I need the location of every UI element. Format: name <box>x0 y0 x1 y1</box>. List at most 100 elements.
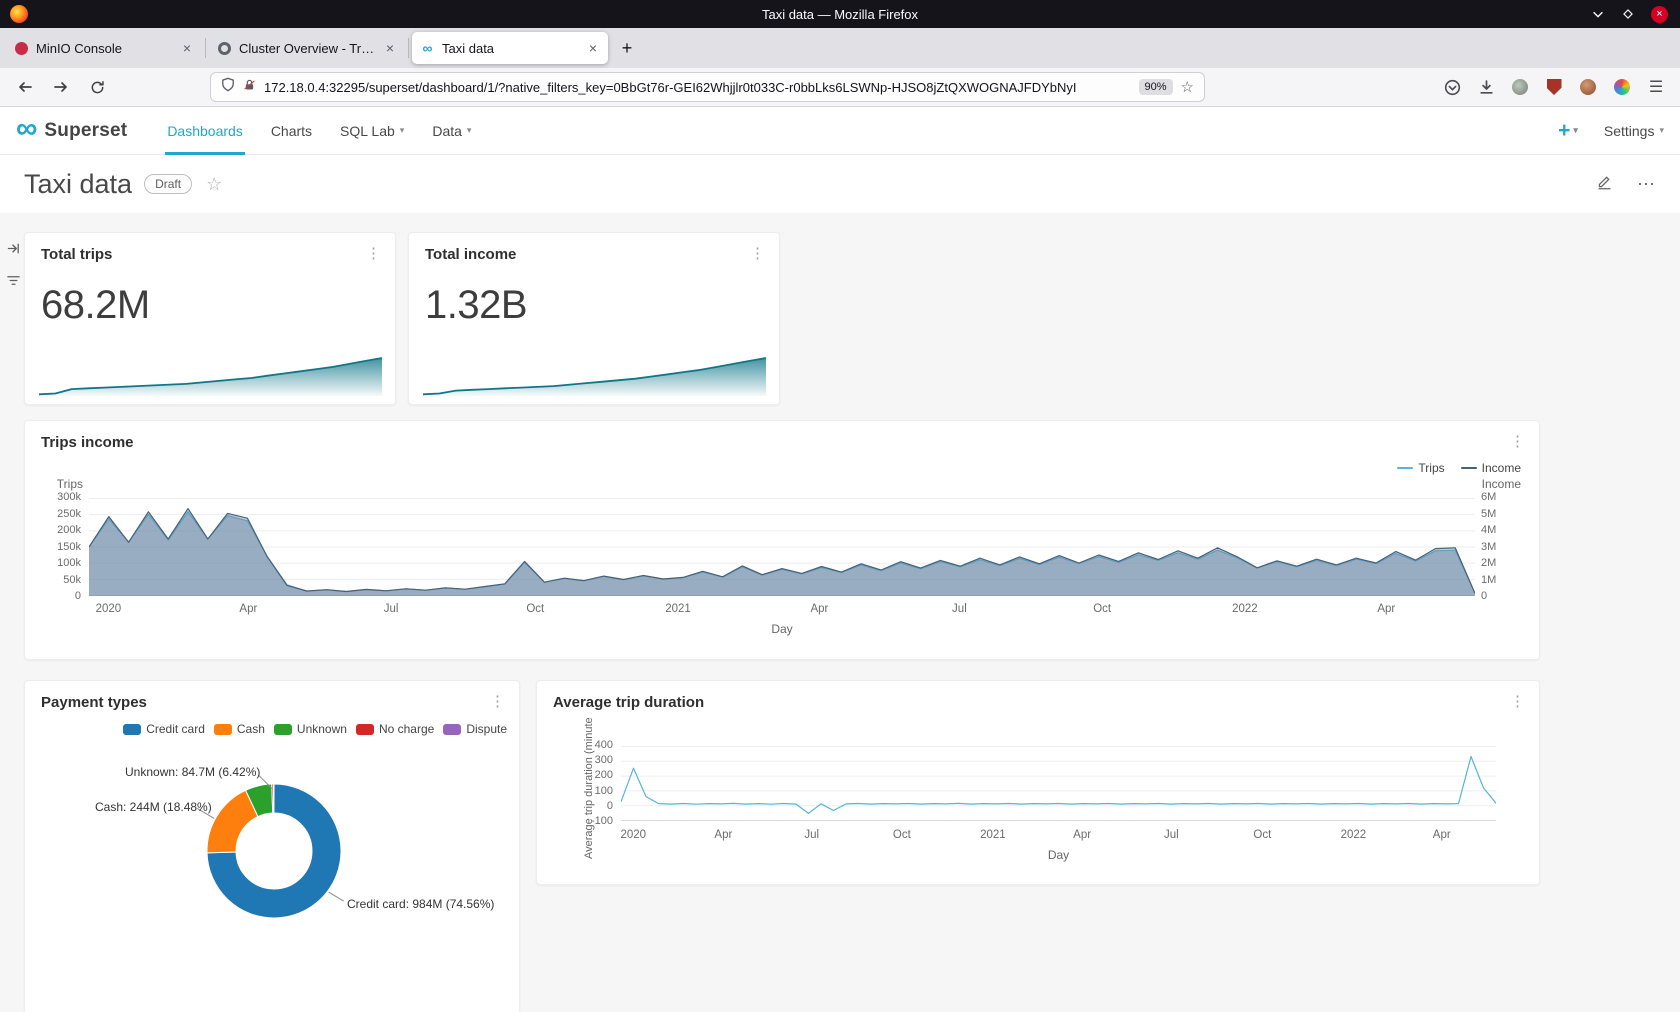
extension-icon[interactable] <box>1506 73 1534 101</box>
legend-item[interactable]: Cash <box>214 722 265 736</box>
tab-separator <box>205 38 206 58</box>
downloads-icon[interactable] <box>1472 73 1500 101</box>
nav-data[interactable]: Data ▾ <box>418 107 485 155</box>
tab-close-icon[interactable]: × <box>587 39 599 57</box>
donut-label-unknown: Unknown: 84.7M (6.42%) <box>125 765 260 779</box>
plus-icon: + <box>1558 119 1570 143</box>
donut-label-credit-card: Credit card: 984M (74.56%) <box>347 897 494 911</box>
tab-trino[interactable]: Cluster Overview - Trino × <box>209 32 405 64</box>
legend-item[interactable]: No charge <box>356 722 434 736</box>
zoom-level-badge[interactable]: 90% <box>1139 79 1173 95</box>
payment-types-donut-chart[interactable] <box>194 771 354 931</box>
extension-pinwheel-icon[interactable] <box>1608 73 1636 101</box>
total-income-value: 1.32B <box>425 283 779 328</box>
card-total-trips: Total trips ⋮ 68.2M <box>24 232 396 405</box>
axis-tick-label: 200k <box>57 525 81 536</box>
average-trip-duration-chart[interactable] <box>621 746 1496 821</box>
back-button[interactable] <box>10 72 40 102</box>
total-trips-sparkline[interactable] <box>39 354 382 396</box>
x-axis-label: Day <box>621 848 1496 862</box>
x-axis-ticks: 2020AprJulOct2021AprJulOct2022Apr <box>89 603 1475 616</box>
nav-label: Dashboards <box>167 123 243 139</box>
window-maximize-icon[interactable] <box>1621 7 1635 21</box>
legend-item[interactable]: Income <box>1461 461 1521 475</box>
superset-logo[interactable]: ∞ Superset <box>16 118 127 144</box>
ublock-origin-icon[interactable] <box>1540 73 1568 101</box>
legend-swatch <box>123 724 141 735</box>
profile-avatar-icon[interactable] <box>1574 73 1602 101</box>
firefox-window: Taxi data — Mozilla Firefox × MinIO Cons… <box>0 0 1680 1012</box>
total-income-sparkline[interactable] <box>423 354 766 396</box>
tab-taxi-data-active[interactable]: ∞ Taxi data × <box>412 32 608 64</box>
legend-label: Trips <box>1418 461 1444 475</box>
right-axis-title: Income <box>1482 477 1521 491</box>
connection-lock-icon[interactable] <box>243 78 256 97</box>
axis-tick-label: 2M <box>1481 558 1496 569</box>
window-titlebar[interactable]: Taxi data — Mozilla Firefox × <box>0 0 1680 28</box>
axis-tick-label: 0 <box>1481 591 1487 602</box>
expand-filter-bar-icon[interactable] <box>6 241 21 261</box>
axis-tick-label: 150k <box>57 542 81 553</box>
nav-sql-lab[interactable]: SQL Lab ▾ <box>326 107 418 155</box>
pocket-icon[interactable] <box>1438 73 1466 101</box>
dashboard-more-menu-icon[interactable]: ⋯ <box>1637 174 1656 195</box>
dashboard-body: Total trips ⋮ 68.2M Total income ⋮ 1.32B <box>0 213 1680 1012</box>
trino-favicon <box>218 42 231 55</box>
favorite-star-icon[interactable]: ☆ <box>206 174 222 195</box>
window-title: Taxi data — Mozilla Firefox <box>0 7 1680 22</box>
axis-tick-label: 4M <box>1481 525 1496 536</box>
chart-kebab-menu-icon[interactable]: ⋮ <box>490 694 505 709</box>
reload-button[interactable] <box>82 72 112 102</box>
card-title: Average trip duration <box>553 694 704 711</box>
axis-tick-label: 50k <box>63 575 81 586</box>
window-close-button[interactable]: × <box>1651 6 1668 23</box>
legend-label: Cash <box>237 722 265 736</box>
left-axis-ticks: 300k250k200k150k100k50k0 <box>25 492 81 602</box>
axis-tick-label: 300 <box>595 755 613 766</box>
donut-label-cash: Cash: 244M (18.48%) <box>95 800 212 814</box>
axis-tick-label: Oct <box>893 829 911 841</box>
chart-kebab-menu-icon[interactable]: ⋮ <box>366 246 381 261</box>
nav-charts[interactable]: Charts <box>257 107 326 155</box>
menu-hamburger-icon[interactable]: ☰ <box>1642 73 1670 101</box>
tab-minio-console[interactable]: MinIO Console × <box>6 32 202 64</box>
legend-item[interactable]: Credit card <box>123 722 205 736</box>
url-text[interactable]: 172.18.0.4:32295/superset/dashboard/1/?n… <box>264 80 1131 95</box>
axis-tick-label: 100 <box>595 786 613 797</box>
window-minimize-icon[interactable] <box>1591 7 1605 21</box>
axis-tick-label: Jul <box>952 603 967 615</box>
legend-swatch <box>1397 467 1413 469</box>
chart-kebab-menu-icon[interactable]: ⋮ <box>1510 434 1525 449</box>
axis-tick-label: 100k <box>57 558 81 569</box>
settings-menu[interactable]: Settings ▾ <box>1604 123 1664 139</box>
legend-item[interactable]: Unknown <box>274 722 347 736</box>
axis-tick-label: Apr <box>1433 829 1451 841</box>
chart-kebab-menu-icon[interactable]: ⋮ <box>750 246 765 261</box>
tab-bar: MinIO Console × Cluster Overview - Trino… <box>0 28 1680 68</box>
legend-swatch <box>214 724 232 735</box>
legend-label: Unknown <box>297 722 347 736</box>
new-tab-button[interactable]: + <box>612 33 642 63</box>
url-bar[interactable]: 172.18.0.4:32295/superset/dashboard/1/?n… <box>210 72 1205 102</box>
new-item-button[interactable]: + ▾ <box>1558 119 1578 143</box>
legend-item[interactable]: Dispute <box>443 722 507 736</box>
legend-item[interactable]: Trips <box>1397 461 1444 475</box>
edit-dashboard-icon[interactable] <box>1596 173 1613 195</box>
caret-down-icon: ▾ <box>400 125 405 136</box>
tab-close-icon[interactable]: × <box>384 39 396 57</box>
browser-toolbar: 172.18.0.4:32295/superset/dashboard/1/?n… <box>0 68 1680 107</box>
settings-label: Settings <box>1604 123 1655 139</box>
donut-slice-dispute[interactable] <box>273 784 274 813</box>
forward-button[interactable] <box>46 72 76 102</box>
tab-label: Cluster Overview - Trino <box>239 41 376 56</box>
filter-icon[interactable] <box>6 273 21 293</box>
chart-kebab-menu-icon[interactable]: ⋮ <box>1510 694 1525 709</box>
legend-label: Dispute <box>466 722 507 736</box>
x-axis-ticks: 2020AprJulOct2021AprJulOct2022Apr <box>621 829 1496 842</box>
nav-dashboards[interactable]: Dashboards <box>153 107 257 155</box>
bookmark-star-icon[interactable]: ☆ <box>1181 78 1194 96</box>
tracking-shield-icon[interactable] <box>221 77 235 97</box>
trips-income-chart[interactable] <box>89 498 1475 596</box>
tab-close-icon[interactable]: × <box>181 39 193 57</box>
nav-label: Data <box>432 123 462 139</box>
